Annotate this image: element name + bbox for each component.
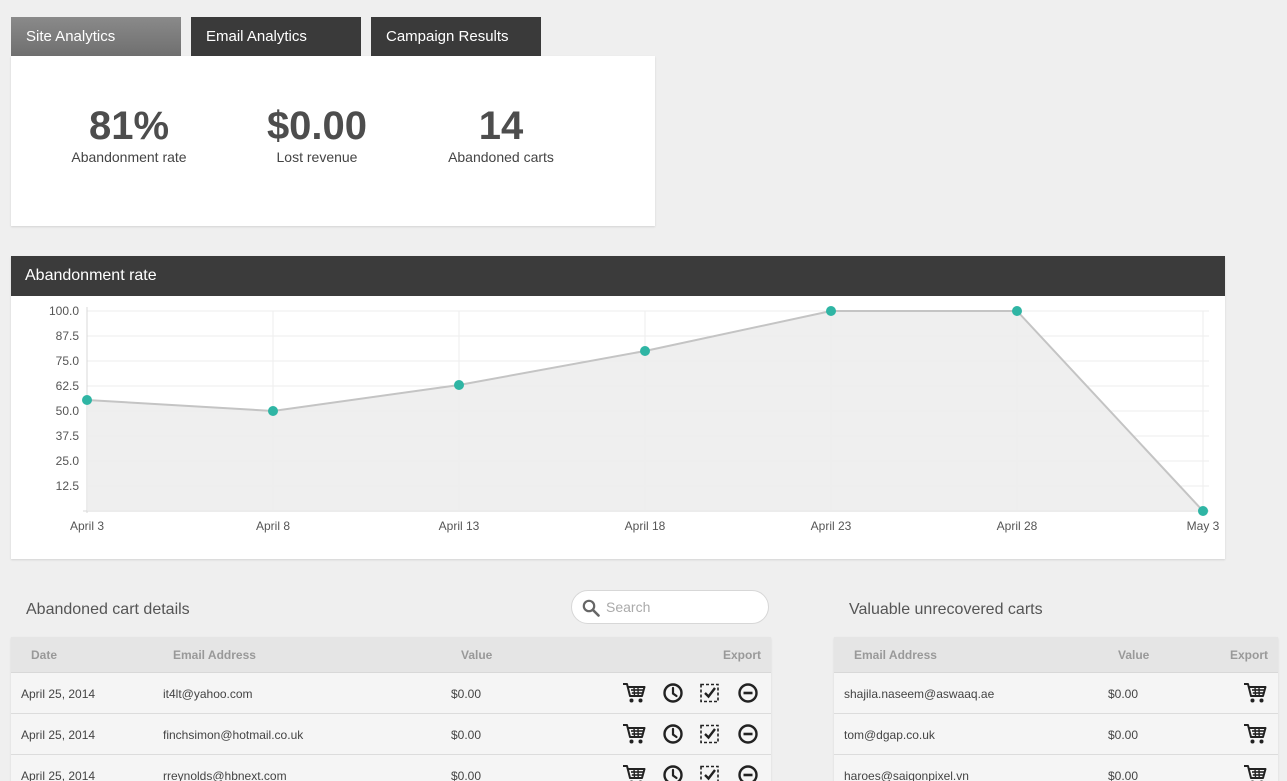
valuable-title: Valuable unrecovered carts <box>849 601 1043 618</box>
cart-icon[interactable] <box>1243 764 1267 781</box>
x-tick-label: April 3 <box>70 519 104 533</box>
y-tick-label: 37.5 <box>56 429 80 443</box>
data-point <box>1198 506 1208 516</box>
table-body: April 25, 2014 it4lt@yahoo.com $0.00 April … <box>11 673 771 781</box>
x-tick-label: April 8 <box>256 519 290 533</box>
row-value: $0.00 <box>451 687 482 701</box>
stat-abandoned-carts: 14 Abandoned carts <box>421 104 581 165</box>
x-tick-label: April 13 <box>439 519 480 533</box>
row-value: $0.00 <box>451 728 482 742</box>
row-date: April 25, 2014 <box>21 769 96 781</box>
row-email: haroes@saigonpixel.vn <box>844 769 969 781</box>
stat-value: $0.00 <box>266 104 368 148</box>
y-tick-label: 100.0 <box>49 304 79 318</box>
data-point <box>454 380 464 390</box>
x-tick-label: April 28 <box>997 519 1038 533</box>
analytics-tabs: Site Analytics Email Analytics Campaign … <box>11 17 551 56</box>
cart-icon[interactable] <box>1243 682 1267 704</box>
valuable-carts-table: Email Address Value Export shajila.nasee… <box>834 637 1278 781</box>
y-tick-label: 25.0 <box>56 454 80 468</box>
data-point <box>1012 306 1022 316</box>
abandoned-cart-table: Date Email Address Value Export April 25… <box>11 637 771 781</box>
summary-stats-card: 81% Abandonment rate $0.00 Lost revenue … <box>11 56 655 226</box>
x-tick-label: April 18 <box>625 519 666 533</box>
y-tick-label: 50.0 <box>56 404 80 418</box>
y-tick-label: 62.5 <box>56 379 80 393</box>
col-export: Export <box>723 648 762 662</box>
table-row: haroes@saigonpixel.vn $0.00 <box>834 755 1278 781</box>
clock-icon[interactable] <box>662 723 686 745</box>
stat-label: Abandonment rate <box>71 149 187 165</box>
tab-campaign-results[interactable]: Campaign Results <box>371 17 541 56</box>
search-box <box>571 590 769 624</box>
row-date: April 25, 2014 <box>21 687 96 701</box>
data-point <box>640 346 650 356</box>
stat-value: 14 <box>478 104 524 148</box>
row-value: $0.00 <box>1108 728 1139 742</box>
stat-label: Abandoned carts <box>448 149 554 165</box>
table-row: shajila.naseem@aswaaq.ae $0.00 <box>834 673 1278 714</box>
stat-lost-revenue: $0.00 Lost revenue <box>237 104 397 165</box>
row-email: shajila.naseem@aswaaq.ae <box>844 687 995 701</box>
data-point <box>826 306 836 316</box>
checkbox-icon[interactable] <box>699 682 723 704</box>
tab-site-analytics[interactable]: Site Analytics <box>11 17 181 56</box>
remove-icon[interactable] <box>737 723 761 745</box>
cart-icon[interactable] <box>622 682 646 704</box>
cart-icon[interactable] <box>622 764 646 781</box>
y-tick-label: 75.0 <box>56 354 80 368</box>
col-value[interactable]: Value <box>1118 648 1149 662</box>
row-value: $0.00 <box>451 769 482 781</box>
clock-icon[interactable] <box>662 764 686 781</box>
row-value: $0.00 <box>1108 769 1139 781</box>
search-icon <box>582 599 600 617</box>
remove-icon[interactable] <box>737 682 761 704</box>
abandonment-rate-chart: 100.0 87.5 75.0 62.5 50.0 37.5 25.0 12.5 April 3… <box>49 304 1220 533</box>
stat-label: Lost revenue <box>276 149 358 165</box>
checkbox-icon[interactable] <box>699 764 723 781</box>
table-row: April 25, 2014 finchsimon@hotmail.co.uk $0… <box>11 714 771 755</box>
col-email[interactable]: Email Address <box>173 648 256 662</box>
row-value: $0.00 <box>1108 687 1139 701</box>
row-date: April 25, 2014 <box>21 728 96 742</box>
x-tick-label: April 23 <box>811 519 852 533</box>
col-date[interactable]: Date <box>31 648 57 662</box>
clock-icon[interactable] <box>662 682 686 704</box>
tab-email-analytics[interactable]: Email Analytics <box>191 17 361 56</box>
data-point <box>82 395 92 405</box>
search-input[interactable] <box>606 597 756 617</box>
remove-icon[interactable] <box>737 764 761 781</box>
stat-abandonment-rate: 81% Abandonment rate <box>49 104 209 165</box>
y-tick-label: 12.5 <box>56 479 80 493</box>
col-email[interactable]: Email Address <box>854 648 937 662</box>
row-email: rreynolds@hbnext.com <box>163 769 287 781</box>
checkbox-icon[interactable] <box>699 723 723 745</box>
row-email: tom@dgap.co.uk <box>844 728 935 742</box>
data-point <box>268 406 278 416</box>
table-row: April 25, 2014 rreynolds@hbnext.com $0.00 <box>11 755 771 781</box>
row-email: it4lt@yahoo.com <box>163 687 253 701</box>
table-body: shajila.naseem@aswaaq.ae $0.00 tom@dgap.co… <box>834 673 1278 781</box>
abandonment-chart-panel: Abandonment rate 100.0 87.5 75.0 62.5 50.0 37… <box>11 256 1225 559</box>
row-email: finchsimon@hotmail.co.uk <box>163 728 304 742</box>
cart-icon[interactable] <box>622 723 646 745</box>
table-header: Date Email Address Value Export <box>11 637 771 673</box>
x-tick-label: May 3 <box>1187 519 1220 533</box>
table-header: Email Address Value Export <box>834 637 1278 673</box>
details-title: Abandoned cart details <box>26 601 190 618</box>
col-export: Export <box>1230 648 1269 662</box>
stat-value: 81% <box>88 104 170 148</box>
cart-icon[interactable] <box>1243 723 1267 745</box>
chart-title: Abandonment rate <box>11 256 1225 296</box>
table-row: tom@dgap.co.uk $0.00 <box>834 714 1278 755</box>
table-row: April 25, 2014 it4lt@yahoo.com $0.00 <box>11 673 771 714</box>
y-tick-label: 87.5 <box>56 329 80 343</box>
col-value[interactable]: Value <box>461 648 492 662</box>
